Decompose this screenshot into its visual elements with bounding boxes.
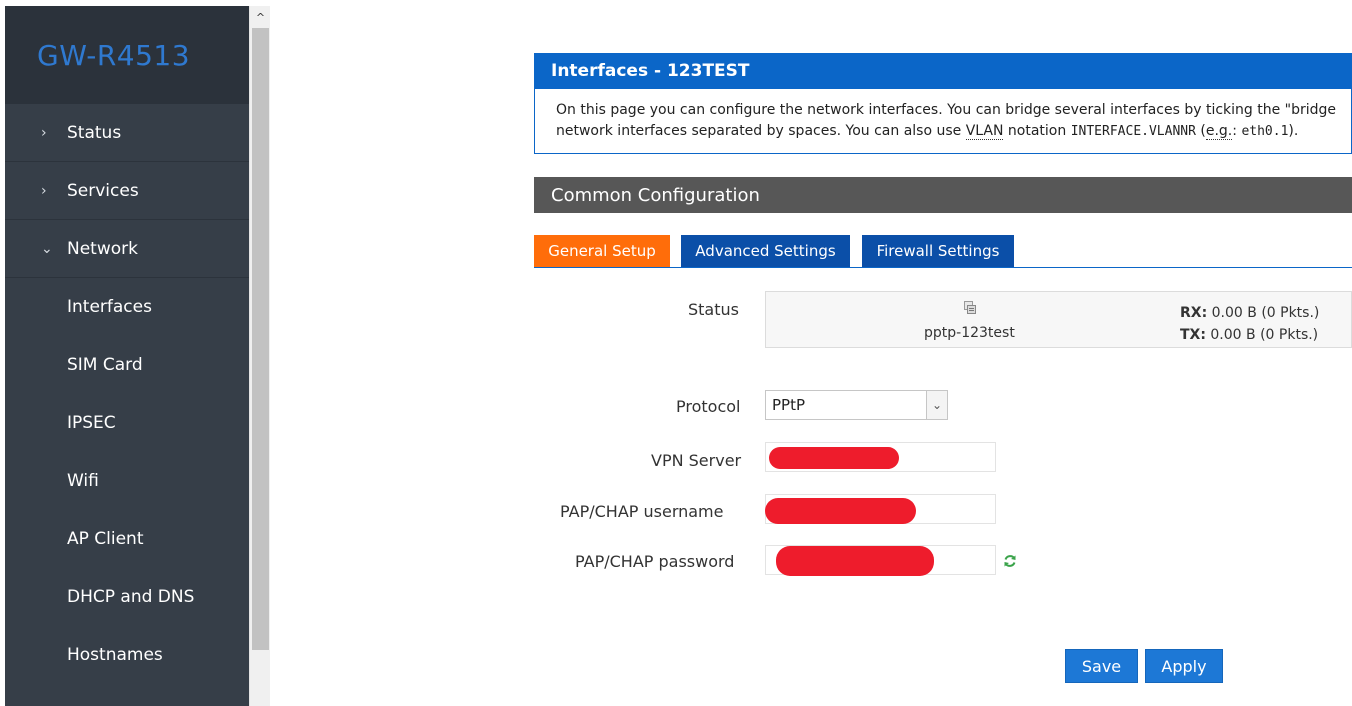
redaction-mark xyxy=(769,447,899,469)
reveal-password-icon[interactable] xyxy=(1003,554,1017,568)
desc-text: network interfaces separated by spaces. … xyxy=(556,123,966,139)
chevron-down-icon: ⌄ xyxy=(41,240,53,257)
code-eth: eth0.1 xyxy=(1241,124,1289,139)
sidebar-item-network[interactable]: ⌄ Network xyxy=(5,220,249,278)
username-label: PAP/CHAP username xyxy=(560,502,724,521)
brand: GW-R4513 xyxy=(5,6,249,104)
eg-abbr: e.g. xyxy=(1205,123,1233,140)
sidebar-subitem-ipsec[interactable]: IPSEC xyxy=(5,394,249,452)
main-content: Interfaces - 123TEST On this page you ca… xyxy=(270,6,1352,706)
sidebar-item-label: Services xyxy=(67,180,139,201)
vlan-abbr: VLAN xyxy=(965,123,1004,140)
tx-label: TX: xyxy=(1180,327,1206,343)
rx-stats: RX: 0.00 B (0 Pkts.) xyxy=(1180,305,1319,321)
sidebar-scrollbar[interactable]: ^ xyxy=(249,6,271,706)
chevron-right-icon: › xyxy=(41,182,47,199)
save-button[interactable]: Save xyxy=(1065,649,1138,683)
network-interface-icon xyxy=(964,301,976,314)
page-title: Interfaces - 123TEST xyxy=(534,53,1352,89)
brand-name: GW-R4513 xyxy=(37,38,191,72)
desc-text: ( xyxy=(1195,123,1206,139)
sidebar: GW-R4513 › Status › Services ⌄ Network I… xyxy=(5,6,249,706)
description-line-1: On this page you can configure the netwo… xyxy=(556,102,1337,118)
sidebar-subitem-hostnames[interactable]: Hostnames xyxy=(5,626,249,684)
sidebar-subitem-interfaces[interactable]: Interfaces xyxy=(5,278,249,336)
desc-text: ). xyxy=(1288,123,1299,139)
redaction-mark xyxy=(765,498,916,524)
tab-advanced-settings[interactable]: Advanced Settings xyxy=(681,235,850,267)
protocol-value: PPtP xyxy=(772,396,806,414)
tab-general-setup[interactable]: General Setup xyxy=(534,235,670,267)
sidebar-item-label: Network xyxy=(67,238,138,259)
tab-firewall-settings[interactable]: Firewall Settings xyxy=(862,235,1014,267)
description-line-2: network interfaces separated by spaces. … xyxy=(556,121,1351,142)
page-description: On this page you can configure the netwo… xyxy=(534,89,1352,154)
status-box: pptp-123test RX: 0.00 B (0 Pkts.) TX: 0.… xyxy=(765,291,1352,348)
scroll-thumb[interactable] xyxy=(252,28,269,650)
protocol-label: Protocol xyxy=(676,397,741,416)
chevron-down-icon: ⌄ xyxy=(926,391,947,419)
sidebar-item-status[interactable]: › Status xyxy=(5,104,249,162)
code-interface-vlannr: INTERFACE.VLANNR xyxy=(1070,124,1196,139)
scroll-up-arrow-icon[interactable]: ^ xyxy=(250,6,271,28)
sidebar-subitem-wifi[interactable]: Wifi xyxy=(5,452,249,510)
protocol-select[interactable]: PPtP ⌄ xyxy=(765,390,948,420)
desc-text: notation xyxy=(1003,123,1071,139)
chevron-right-icon: › xyxy=(41,124,47,141)
tx-stats: TX: 0.00 B (0 Pkts.) xyxy=(1180,327,1318,343)
rx-label: RX: xyxy=(1180,305,1208,321)
sidebar-subitem-ap-client[interactable]: AP Client xyxy=(5,510,249,568)
sidebar-item-label: Status xyxy=(67,122,122,143)
section-title: Common Configuration xyxy=(534,177,1352,213)
rx-value: 0.00 B (0 Pkts.) xyxy=(1207,305,1320,321)
status-label: Status xyxy=(688,300,739,319)
sidebar-item-services[interactable]: › Services xyxy=(5,162,249,220)
sidebar-subitem-dhcp-dns[interactable]: DHCP and DNS xyxy=(5,568,249,626)
interface-name: pptp-123test xyxy=(924,325,1015,341)
tx-value: 0.00 B (0 Pkts.) xyxy=(1205,327,1319,343)
apply-button[interactable]: Apply xyxy=(1145,649,1223,683)
password-label: PAP/CHAP password xyxy=(575,552,735,571)
tab-bar: General Setup Advanced Settings Firewall… xyxy=(534,235,1352,268)
redaction-mark xyxy=(776,546,934,576)
vpn-server-label: VPN Server xyxy=(651,451,742,470)
sidebar-subitem-sim-card[interactable]: SIM Card xyxy=(5,336,249,394)
